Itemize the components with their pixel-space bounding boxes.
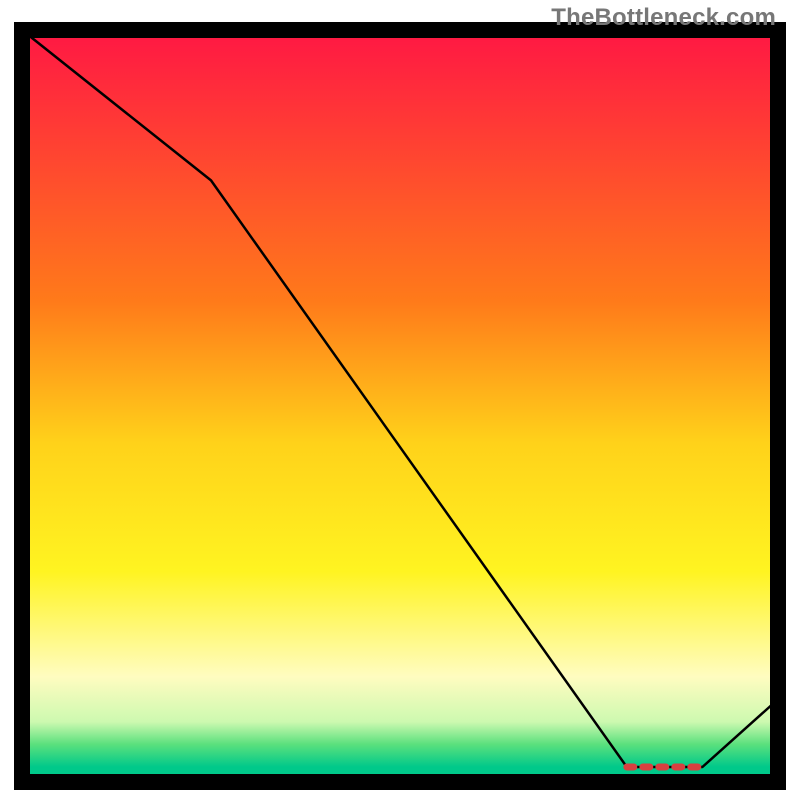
chart-background [22,30,778,782]
chart-svg [0,0,800,800]
bottleneck-chart: TheBottleneck.com [0,0,800,800]
watermark-text: TheBottleneck.com [551,4,776,32]
